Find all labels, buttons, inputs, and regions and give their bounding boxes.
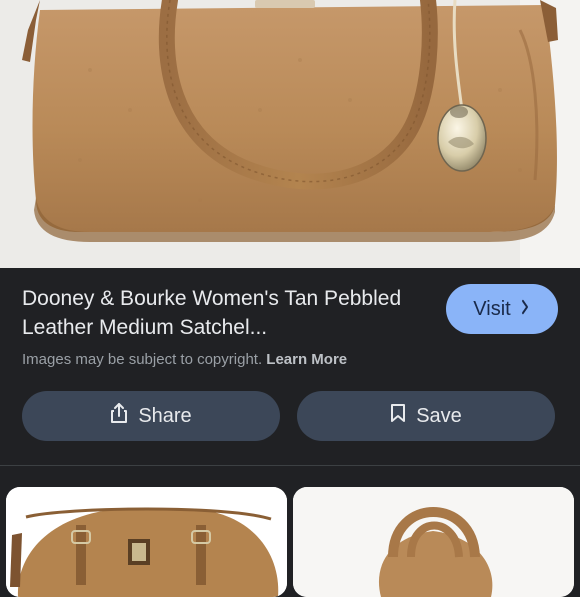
save-button[interactable]: Save [297, 391, 555, 441]
related-image-thumbnail[interactable] [6, 487, 287, 597]
related-image-thumbnail[interactable] [293, 487, 574, 597]
main-image-preview[interactable] [0, 0, 580, 268]
section-divider [0, 465, 580, 466]
result-title[interactable]: Dooney & Bourke Women's Tan Pebbled Leat… [22, 284, 422, 342]
save-button-label: Save [416, 404, 462, 427]
handbag-thumbnail-image [293, 487, 574, 597]
handbag-image [0, 0, 580, 268]
chevron-right-icon [521, 299, 529, 320]
share-button-label: Share [138, 404, 192, 427]
learn-more-link[interactable]: Learn More [266, 351, 347, 368]
handbag-thumbnail-image [6, 487, 287, 597]
copyright-notice: Images may be subject to copyright. Lear… [22, 351, 422, 368]
bookmark-icon [390, 403, 406, 429]
copyright-text: Images may be subject to copyright. [22, 351, 263, 368]
share-button[interactable]: Share [22, 391, 280, 441]
result-info: Dooney & Bourke Women's Tan Pebbled Leat… [22, 284, 422, 368]
share-icon [110, 402, 128, 430]
visit-button[interactable]: Visit [446, 284, 558, 334]
visit-button-label: Visit [473, 297, 511, 320]
